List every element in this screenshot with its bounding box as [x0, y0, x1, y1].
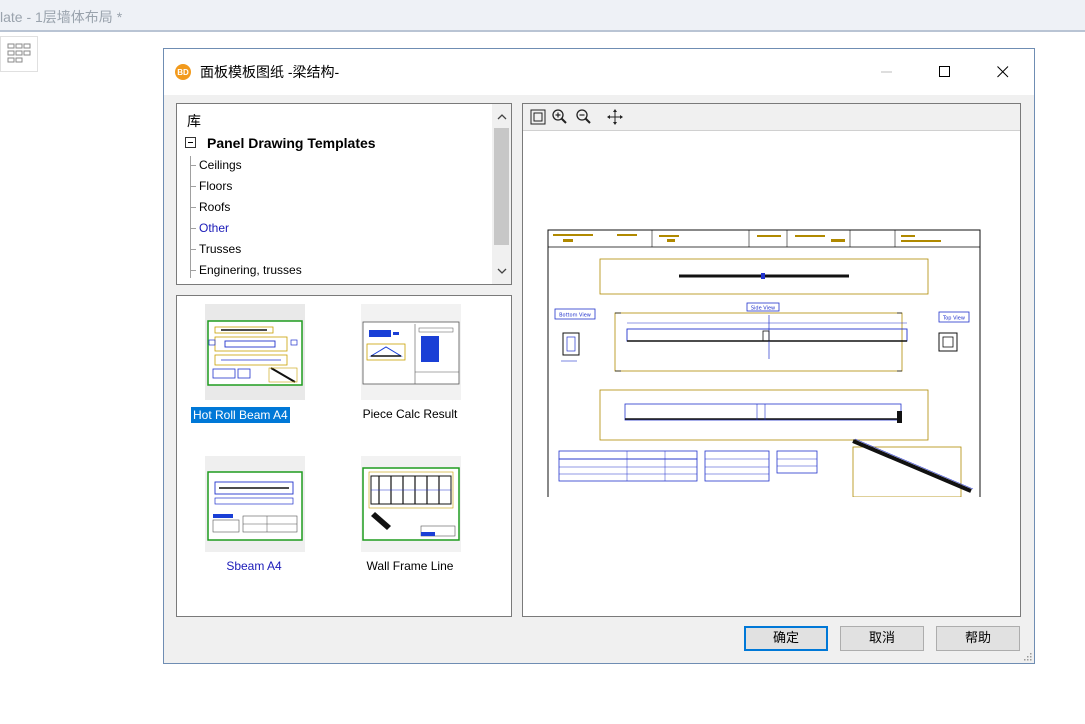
- template-piece-calc-result[interactable]: Piece Calc Result: [345, 296, 475, 436]
- ok-button[interactable]: 确定: [744, 626, 828, 651]
- resize-grip-icon[interactable]: [1022, 651, 1032, 661]
- template-label: Wall Frame Line: [366, 559, 454, 573]
- template-label: Hot Roll Beam A4: [191, 407, 290, 423]
- scroll-up-button[interactable]: [492, 108, 511, 126]
- minimize-button[interactable]: [864, 55, 910, 89]
- tree-item-label: Ceilings: [199, 158, 242, 172]
- preview-toolbar: [523, 104, 1020, 131]
- template-thumbnail: [205, 456, 305, 552]
- side-view-label: Side View: [751, 306, 775, 312]
- pan-button[interactable]: [605, 108, 625, 126]
- scroll-down-button[interactable]: [492, 262, 511, 280]
- zoom-out-button[interactable]: [574, 108, 594, 126]
- sheet-border: [547, 229, 981, 497]
- template-thumbnail: [205, 304, 305, 400]
- bottom-view-label: Bottom View: [559, 313, 591, 319]
- zoom-out-icon: [576, 109, 591, 124]
- collapse-toggle-icon[interactable]: [185, 137, 196, 148]
- drawing-preview: Side View Bottom View Top View: [547, 229, 981, 497]
- zoom-extents-button[interactable]: [528, 108, 548, 126]
- background-window-title: late - 1层墙体布局 *: [0, 9, 123, 25]
- template-label: Sbeam A4: [226, 559, 282, 573]
- tree-item-label: Other: [199, 221, 230, 235]
- template-thumbnail-list[interactable]: Hot Roll Beam A4 Piece Calc Result Sbeam…: [176, 295, 512, 617]
- template-label: Piece Calc Result: [362, 407, 458, 421]
- panel-drawing-template-dialog: BD 面板模板图纸 -梁结构- 库 Panel Drawing Template…: [163, 48, 1035, 664]
- close-icon: [997, 66, 1009, 78]
- dialog-title: 面板模板图纸 -梁结构-: [200, 64, 340, 80]
- dialog-titlebar[interactable]: BD 面板模板图纸 -梁结构-: [164, 49, 1034, 95]
- maximize-icon: [939, 66, 950, 77]
- tree-node-label: Panel Drawing Templates: [207, 135, 376, 151]
- template-wall-frame-line[interactable]: Wall Frame Line: [345, 448, 475, 588]
- grid-view-button[interactable]: [0, 36, 38, 72]
- template-sbeam-a4[interactable]: Sbeam A4: [189, 448, 319, 588]
- minimize-icon: [881, 71, 892, 73]
- chevron-up-icon: [497, 114, 506, 120]
- template-thumbnail: [361, 456, 461, 552]
- tree-item-label: Trusses: [199, 242, 242, 256]
- tree-scrollbar[interactable]: [492, 104, 511, 284]
- tree-item-label: Enginering, trusses: [199, 263, 302, 277]
- help-button[interactable]: 帮助: [936, 626, 1020, 651]
- zoom-in-icon: [552, 109, 567, 124]
- pan-icon: [607, 109, 623, 125]
- tree-root-library[interactable]: 库: [187, 111, 201, 131]
- template-preview-panel[interactable]: Side View Bottom View Top View: [522, 103, 1021, 617]
- tree-item-label: Floors: [199, 179, 233, 193]
- tree-guide-line: [190, 156, 191, 278]
- zoom-extents-icon: [530, 109, 546, 125]
- maximize-button[interactable]: [922, 55, 968, 89]
- grid-view-icon: [7, 43, 31, 63]
- scroll-thumb[interactable]: [494, 128, 509, 245]
- top-view-label: Top View: [942, 316, 965, 322]
- tree-item-label: Roofs: [199, 200, 231, 214]
- template-hot-roll-beam-a4[interactable]: Hot Roll Beam A4: [189, 296, 319, 436]
- library-tree[interactable]: 库 Panel Drawing Templates Ceilings Floor…: [176, 103, 512, 285]
- close-button[interactable]: [980, 55, 1026, 89]
- template-thumbnail: [361, 304, 461, 400]
- background-window-titlebar: late - 1层墙体布局 *: [0, 0, 1085, 32]
- zoom-in-button[interactable]: [550, 108, 570, 126]
- chevron-down-icon: [497, 268, 506, 274]
- app-logo-icon: BD: [175, 64, 191, 80]
- cancel-button[interactable]: 取消: [840, 626, 924, 651]
